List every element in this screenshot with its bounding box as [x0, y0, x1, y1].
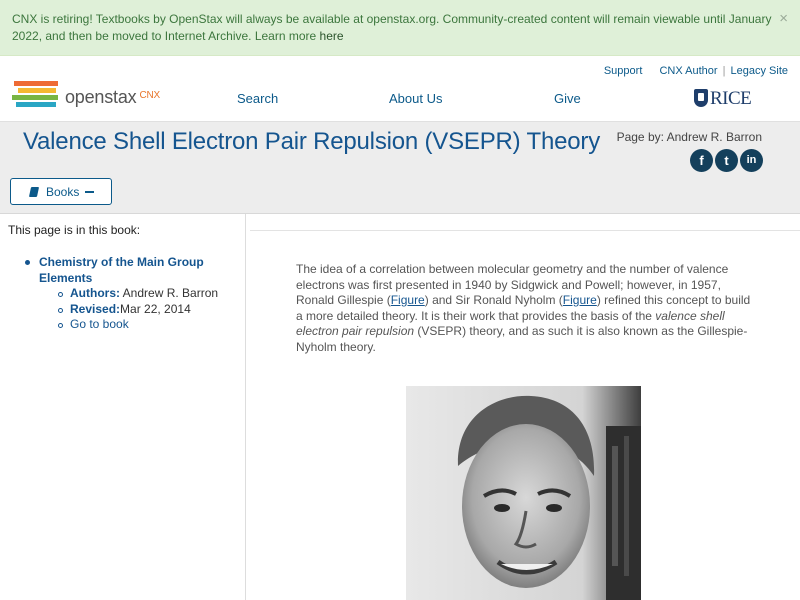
page-title-bar: Valence Shell Electron Pair Repulsion (V…	[0, 121, 800, 214]
books-button-label: Books	[46, 185, 80, 199]
intro-paragraph: The idea of a correlation between molecu…	[296, 262, 756, 355]
nav-give-link[interactable]: Give	[554, 91, 581, 106]
figure-link-nyholm[interactable]: Figure	[563, 293, 597, 307]
portrait-image	[406, 386, 641, 600]
circle-bullet-icon	[58, 323, 63, 328]
paragraph-text: ) and Sir Ronald Nyholm (	[424, 293, 563, 307]
twitter-icon[interactable]: t	[715, 149, 738, 172]
rice-wordmark: RICE	[710, 88, 752, 109]
alert-message: CNX is retiring! Textbooks by OpenStax w…	[12, 11, 772, 45]
close-icon[interactable]: ×	[779, 10, 788, 27]
utility-nav: Support CNX Author | Legacy Site	[604, 65, 788, 77]
minus-icon	[85, 191, 94, 193]
linkedin-icon[interactable]: in	[740, 149, 763, 172]
social-share: f t in	[690, 149, 764, 173]
nav-about-link[interactable]: About Us	[389, 91, 442, 106]
openstax-logo-bars-icon	[12, 81, 60, 111]
logo-wordmark: openstax CNX	[65, 87, 160, 108]
utility-separator: |	[722, 65, 726, 77]
revised-label: Revised:	[70, 302, 121, 316]
gillespie-photo	[406, 386, 641, 600]
books-toggle-button[interactable]: Books	[10, 178, 112, 205]
support-link[interactable]: Support	[604, 65, 643, 77]
logo-openstax-text: openstax	[65, 87, 137, 107]
circle-bullet-icon	[58, 292, 63, 297]
rice-logo[interactable]: RICE	[694, 88, 756, 110]
book-authors: Authors: Andrew R. Barron	[70, 286, 218, 300]
book-title-link[interactable]: Chemistry of the Main Group Elements	[39, 254, 219, 286]
alert-text: CNX is retiring! Textbooks by OpenStax w…	[12, 12, 772, 43]
retirement-alert: CNX is retiring! Textbooks by OpenStax w…	[0, 0, 800, 56]
circle-bullet-icon	[58, 308, 63, 313]
facebook-icon[interactable]: f	[690, 149, 713, 172]
book-icon	[28, 187, 40, 197]
book-sidebar: This page is in this book: Chemistry of …	[0, 214, 246, 600]
openstax-cnx-logo[interactable]: openstax CNX	[12, 80, 182, 114]
page-title: Valence Shell Electron Pair Repulsion (V…	[23, 128, 600, 155]
legacy-site-link[interactable]: Legacy Site	[731, 65, 788, 77]
figure-link-gillespie[interactable]: Figure	[391, 293, 425, 307]
content-divider	[250, 230, 800, 231]
cnx-author-link[interactable]: CNX Author	[659, 65, 717, 77]
bullet-icon	[25, 260, 30, 265]
logo-cnx-text: CNX	[139, 90, 160, 101]
alert-learn-more-link[interactable]: here	[320, 29, 344, 43]
book-revised: Revised:Mar 22, 2014	[70, 302, 191, 316]
rice-shield-icon	[694, 89, 708, 107]
go-to-book-link[interactable]: Go to book	[70, 317, 129, 331]
authors-value: Andrew R. Barron	[120, 286, 219, 300]
nav-search-link[interactable]: Search	[237, 91, 278, 106]
sidebar-intro: This page is in this book:	[8, 223, 141, 237]
authors-label: Authors:	[70, 286, 120, 300]
revised-value: Mar 22, 2014	[120, 302, 191, 316]
page-byline: Page by: Andrew R. Barron	[616, 130, 762, 144]
